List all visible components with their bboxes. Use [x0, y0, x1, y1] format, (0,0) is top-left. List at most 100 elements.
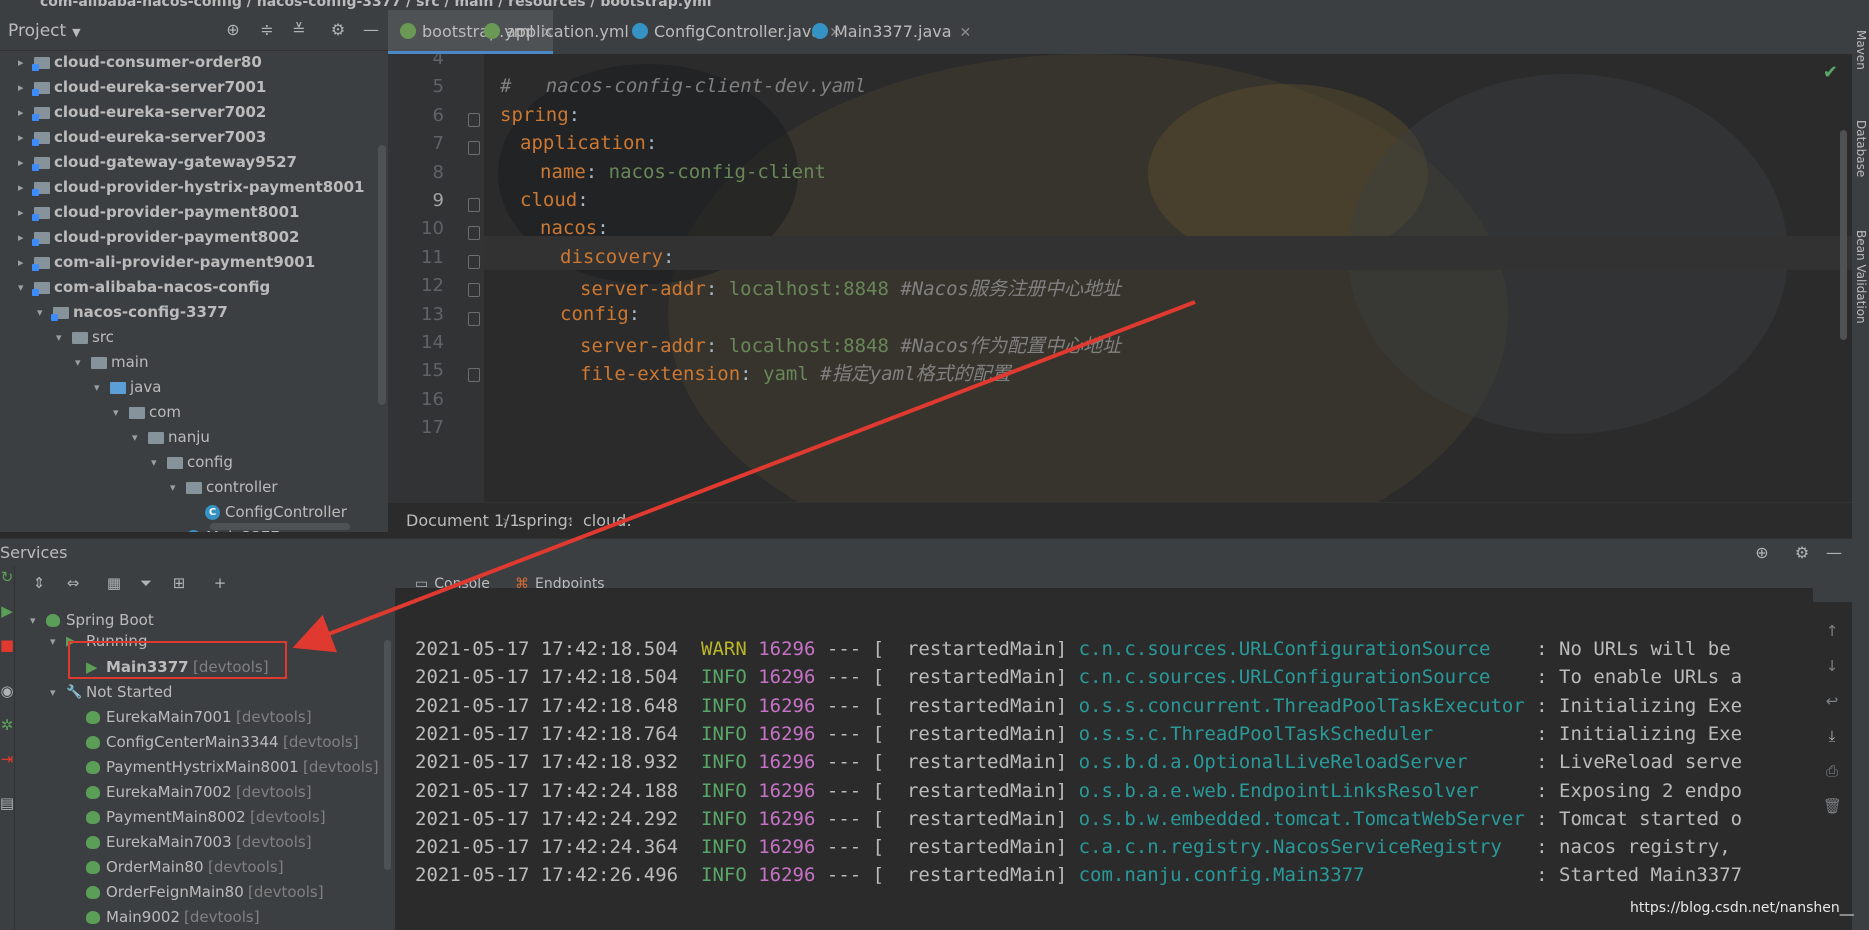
- service-item[interactable]: PaymentMain8002 [devtools]: [0, 805, 390, 830]
- chevron-down-icon[interactable]: ▾: [151, 450, 163, 475]
- service-item[interactable]: ConfigCenterMain3344 [devtools]: [0, 730, 390, 755]
- chevron-right-icon[interactable]: ▸: [18, 75, 30, 100]
- service-item[interactable]: PaymentHystrixMain8001 [devtools]: [0, 755, 390, 780]
- service-item[interactable]: EurekaMain7001 [devtools]: [0, 705, 390, 730]
- chevron-right-icon[interactable]: ▸: [18, 150, 30, 175]
- inspection-ok-icon[interactable]: ✔: [1823, 62, 1838, 83]
- fold-marker-icon[interactable]: [468, 254, 480, 269]
- down-arrow-icon[interactable]: ↓: [1823, 657, 1841, 675]
- tree-item[interactable]: ▸ cloud-eureka-server7003: [0, 125, 388, 150]
- chevron-right-icon[interactable]: ▸: [18, 125, 30, 150]
- chevron-down-icon[interactable]: ▾: [37, 300, 49, 325]
- project-view-selector[interactable]: Project ▼: [8, 21, 81, 41]
- stop-icon[interactable]: ■: [0, 636, 16, 654]
- chevron-right-icon[interactable]: ▸: [18, 250, 30, 275]
- service-item[interactable]: EurekaMain7003 [devtools]: [0, 830, 390, 855]
- fold-marker-icon[interactable]: [468, 112, 480, 127]
- fold-marker-icon[interactable]: [468, 311, 480, 326]
- tree-item[interactable]: ▸ cloud-eureka-server7001: [0, 75, 388, 100]
- tree-item[interactable]: ▸ cloud-gateway-gateway9527: [0, 150, 388, 175]
- chevron-down-icon[interactable]: ▾: [56, 325, 68, 350]
- chevron-right-icon[interactable]: ▸: [18, 225, 30, 250]
- tree-item[interactable]: ▾ java: [0, 375, 388, 400]
- close-icon[interactable]: ✕: [960, 25, 972, 41]
- chevron-down-icon[interactable]: ▾: [18, 275, 30, 300]
- chevron-down-icon[interactable]: ▾: [132, 425, 144, 450]
- bean-validation-tool-button[interactable]: Bean Validation: [1854, 230, 1868, 324]
- tree-item[interactable]: ▾ com-alibaba-nacos-config: [0, 275, 388, 300]
- chevron-down-icon[interactable]: ▾: [50, 680, 56, 705]
- chevron-right-icon[interactable]: ▸: [18, 175, 30, 200]
- service-item[interactable]: OrderMain80 [devtools]: [0, 855, 390, 880]
- breadcrumb-item[interactable]: spring:: [518, 503, 573, 539]
- exit-icon[interactable]: ⇥: [0, 750, 16, 768]
- soft-wrap-icon[interactable]: ↩: [1823, 692, 1841, 710]
- filter-icon[interactable]: ⏷: [137, 574, 155, 592]
- tree-item[interactable]: ▾ main: [0, 350, 388, 375]
- tree-item[interactable]: ▾ controller: [0, 475, 388, 500]
- target-icon[interactable]: ⊕: [1753, 544, 1771, 562]
- fold-marker-icon[interactable]: [468, 226, 480, 241]
- fold-marker-icon[interactable]: [468, 283, 480, 298]
- camera-icon[interactable]: ◉: [0, 682, 16, 700]
- chevron-down-icon[interactable]: ▾: [75, 350, 87, 375]
- debug-icon[interactable]: ✲: [0, 716, 16, 734]
- collapse-all-icon[interactable]: ≑: [258, 21, 276, 39]
- tree-item[interactable]: ▸ cloud-provider-payment8002: [0, 225, 388, 250]
- chevron-down-icon[interactable]: ▾: [113, 400, 125, 425]
- console-output[interactable]: 2021-05-17 17:42:18.504 WARN 16296 --- […: [395, 588, 1813, 930]
- tree-item[interactable]: ▾ nacos-config-3377: [0, 300, 388, 325]
- breadcrumb-item[interactable]: cloud:: [583, 503, 632, 539]
- target-icon[interactable]: ⊕: [224, 21, 242, 39]
- run-icon[interactable]: ▶: [0, 602, 16, 620]
- chevron-right-icon[interactable]: ▸: [18, 200, 30, 225]
- chevron-down-icon[interactable]: ▾: [50, 629, 56, 654]
- new-tab-icon[interactable]: ⊞: [170, 574, 188, 592]
- editor-scrollbar[interactable]: [1840, 130, 1847, 340]
- add-icon[interactable]: +: [211, 574, 229, 592]
- collapse-all-icon[interactable]: ⇔: [64, 574, 82, 592]
- service-item[interactable]: OrderFeignMain80 [devtools]: [0, 880, 390, 905]
- gear-icon[interactable]: ⚙: [1793, 544, 1811, 562]
- gear-icon[interactable]: ⚙: [329, 21, 347, 39]
- service-item[interactable]: ▾ 🔧 Not Started: [0, 680, 390, 705]
- fold-marker-icon[interactable]: [468, 198, 480, 212]
- editor-tab[interactable]: Main3377.java ✕: [800, 10, 971, 54]
- service-item[interactable]: EurekaMain7002 [devtools]: [0, 780, 390, 805]
- tree-item[interactable]: ▸ cloud-eureka-server7002: [0, 100, 388, 125]
- tree-item[interactable]: ▾ src: [0, 325, 388, 350]
- navigation-breadcrumb[interactable]: com-alibaba-nacos-config / nacos-config-…: [40, 0, 712, 10]
- scroll-to-end-icon[interactable]: ⤓: [1823, 727, 1841, 745]
- rerun-icon[interactable]: ↻: [0, 568, 16, 586]
- expand-icon[interactable]: ≚: [290, 21, 308, 39]
- chevron-down-icon[interactable]: ▾: [170, 475, 182, 500]
- minimize-icon[interactable]: —: [1825, 544, 1843, 562]
- tree-item[interactable]: ▾ config: [0, 450, 388, 475]
- fold-marker-icon[interactable]: [468, 141, 480, 156]
- project-horizontal-scrollbar[interactable]: [210, 523, 350, 530]
- tree-item[interactable]: ▾ nanju: [0, 425, 388, 450]
- database-tool-button[interactable]: Database: [1854, 120, 1868, 177]
- up-arrow-icon[interactable]: ↑: [1823, 622, 1841, 640]
- maven-tool-button[interactable]: Maven: [1854, 30, 1868, 70]
- chevron-right-icon[interactable]: ▸: [18, 100, 30, 125]
- chevron-right-icon[interactable]: ▸: [18, 50, 30, 75]
- tree-item[interactable]: ▸ com-ali-provider-payment9001: [0, 250, 388, 275]
- tree-item[interactable]: ▸ cloud-consumer-order80: [0, 50, 388, 75]
- minimize-icon[interactable]: —: [362, 21, 380, 39]
- services-scrollbar[interactable]: [384, 640, 391, 870]
- layout-icon[interactable]: ▤: [0, 794, 16, 812]
- fold-marker-icon[interactable]: [468, 368, 480, 383]
- project-scrollbar[interactable]: [378, 145, 386, 405]
- print-icon[interactable]: ⎙: [1823, 762, 1841, 780]
- expand-all-icon[interactable]: ⇕: [30, 574, 48, 592]
- tree-item[interactable]: C ConfigController: [0, 500, 388, 525]
- trash-icon[interactable]: 🗑: [1823, 797, 1842, 815]
- tree-item[interactable]: ▸ cloud-provider-hystrix-payment8001: [0, 175, 388, 200]
- group-icon[interactable]: ▦: [105, 574, 123, 592]
- service-item[interactable]: Main9002 [devtools]: [0, 905, 390, 930]
- chevron-down-icon[interactable]: ▾: [94, 375, 106, 400]
- tree-item[interactable]: ▸ cloud-provider-payment8001: [0, 200, 388, 225]
- tree-item[interactable]: ▾ com: [0, 400, 388, 425]
- code-editor[interactable]: 4 5 6 7 8 9 10 11 12 13 14 15 16 17 # nacos-config-cl…: [388, 54, 1852, 502]
